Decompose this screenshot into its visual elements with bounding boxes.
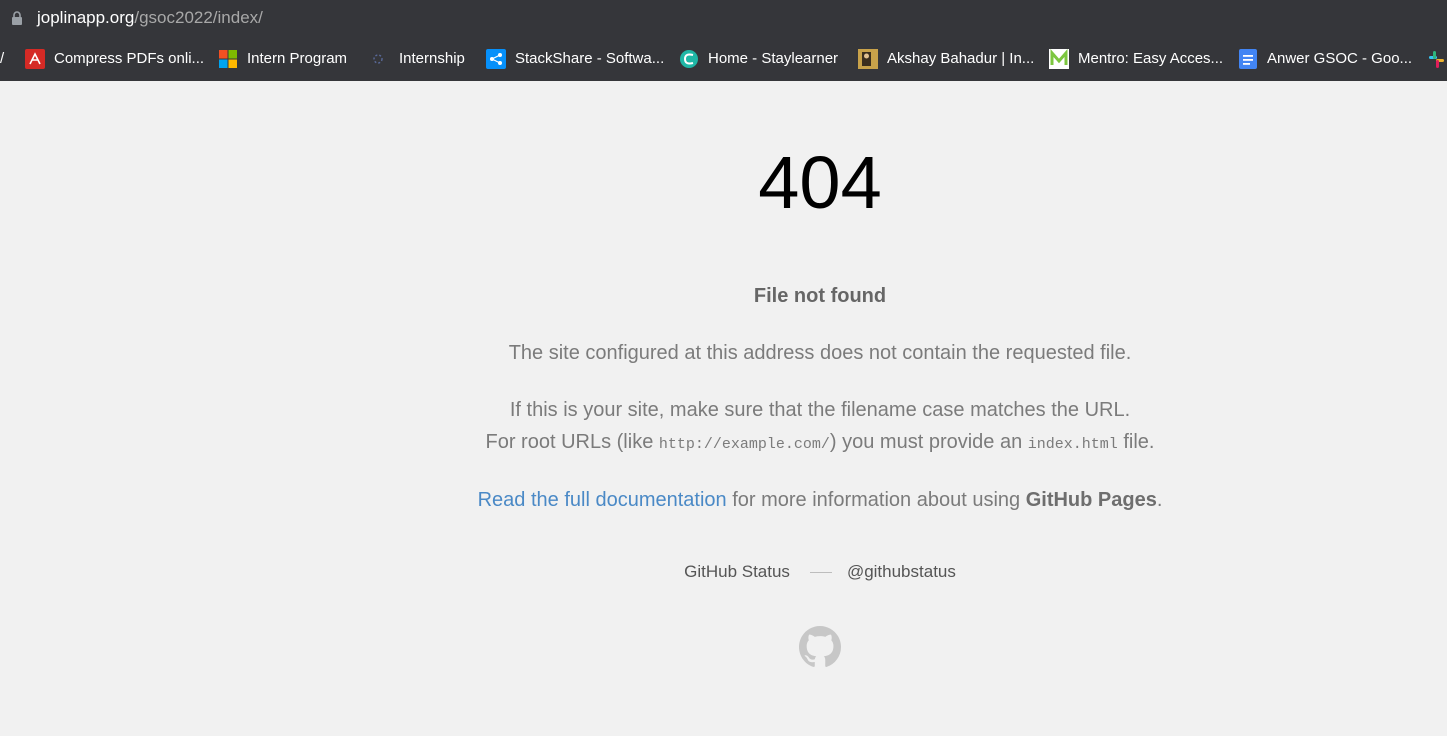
address-bar[interactable]: joplinapp.org/gsoc2022/index/ [0, 0, 1447, 36]
hint-text-b: ) you must provide an [829, 431, 1028, 453]
docs-icon [1238, 49, 1258, 69]
bookmark-anwer-gsoc[interactable]: Anwer GSOC - Goo... [1238, 48, 1412, 70]
bookmark-label: Compress PDFs onli... [54, 50, 205, 67]
bookmark-stackshare[interactable]: StackShare - Softwa... [486, 48, 664, 70]
documentation-text: for more information about using [726, 489, 1026, 511]
github-pages-text: GitHub Pages [1025, 489, 1157, 511]
microsoft-icon [218, 49, 238, 69]
url-host: joplinapp.org [37, 8, 135, 27]
bookmark-item[interactable]: / [0, 48, 4, 70]
bookmark-label: StackShare - Softwa... [515, 50, 665, 67]
staylearner-icon [679, 49, 699, 69]
hint-text-c: file. [1117, 431, 1155, 453]
bookmark-internship[interactable]: Internship [370, 48, 465, 70]
footer-separator [809, 572, 832, 574]
url-path: /gsoc2022/index/ [134, 8, 263, 27]
github-octocat-icon [799, 626, 841, 667]
bookmark-label: Intern Program [247, 50, 348, 67]
bookmark-staylearner[interactable]: Home - Staylearner [679, 48, 838, 70]
documentation-end: . [1156, 489, 1163, 511]
hint-text-a: For root URLs (like [485, 431, 659, 453]
error-page: 404 File not found The site configured a… [0, 81, 1447, 736]
bookmark-label: Mentro: Easy Acces... [1078, 50, 1224, 67]
bookmark-compress-pdfs[interactable]: Compress PDFs onli... [25, 48, 204, 70]
error-code: 404 [758, 141, 882, 224]
slack-icon [1426, 49, 1446, 69]
example-url-code: http://example.com/ [658, 436, 830, 453]
bookmark-mentro[interactable]: Mentro: Easy Acces... [1049, 48, 1223, 70]
github-status-link[interactable]: GitHub Status [684, 562, 790, 581]
index-html-code: index.html [1027, 436, 1118, 453]
error-headline: File not found [753, 285, 887, 307]
url-text[interactable]: joplinapp.org/gsoc2022/index/ [37, 8, 263, 28]
documentation-line: Read the full documentation for more inf… [420, 484, 1220, 516]
footer-links: GitHub Status @githubstatus [420, 560, 1220, 584]
bookmark-label: Home - Staylearner [708, 50, 839, 67]
photo-icon [858, 49, 878, 69]
bookmarks-bar: / Compress PDFs onli... Intern Program I… [0, 36, 1447, 81]
lock-icon[interactable] [11, 11, 23, 25]
documentation-link[interactable]: Read the full documentation [478, 489, 727, 511]
bookmark-label: Anwer GSOC - Goo... [1267, 50, 1413, 67]
bookmark-akshay-bahadur[interactable]: Akshay Bahadur | In... [858, 48, 1034, 70]
bookmark-label: / [0, 50, 5, 67]
error-description: The site configured at this address does… [508, 342, 1132, 364]
githubstatus-twitter-link[interactable]: @githubstatus [847, 562, 956, 581]
hint-line-1: If this is your site, make sure that the… [509, 399, 1131, 421]
bookmark-slack[interactable] [1426, 48, 1447, 70]
pdf-icon [25, 49, 45, 69]
error-hint: If this is your site, make sure that the… [420, 394, 1220, 461]
bookmark-intern-program[interactable]: Intern Program [218, 48, 347, 70]
bookmark-label: Akshay Bahadur | In... [887, 50, 1035, 67]
bookmark-label: Internship [399, 50, 465, 67]
share-icon [486, 49, 506, 69]
spinner-icon [370, 49, 390, 69]
mentro-icon [1049, 49, 1069, 69]
